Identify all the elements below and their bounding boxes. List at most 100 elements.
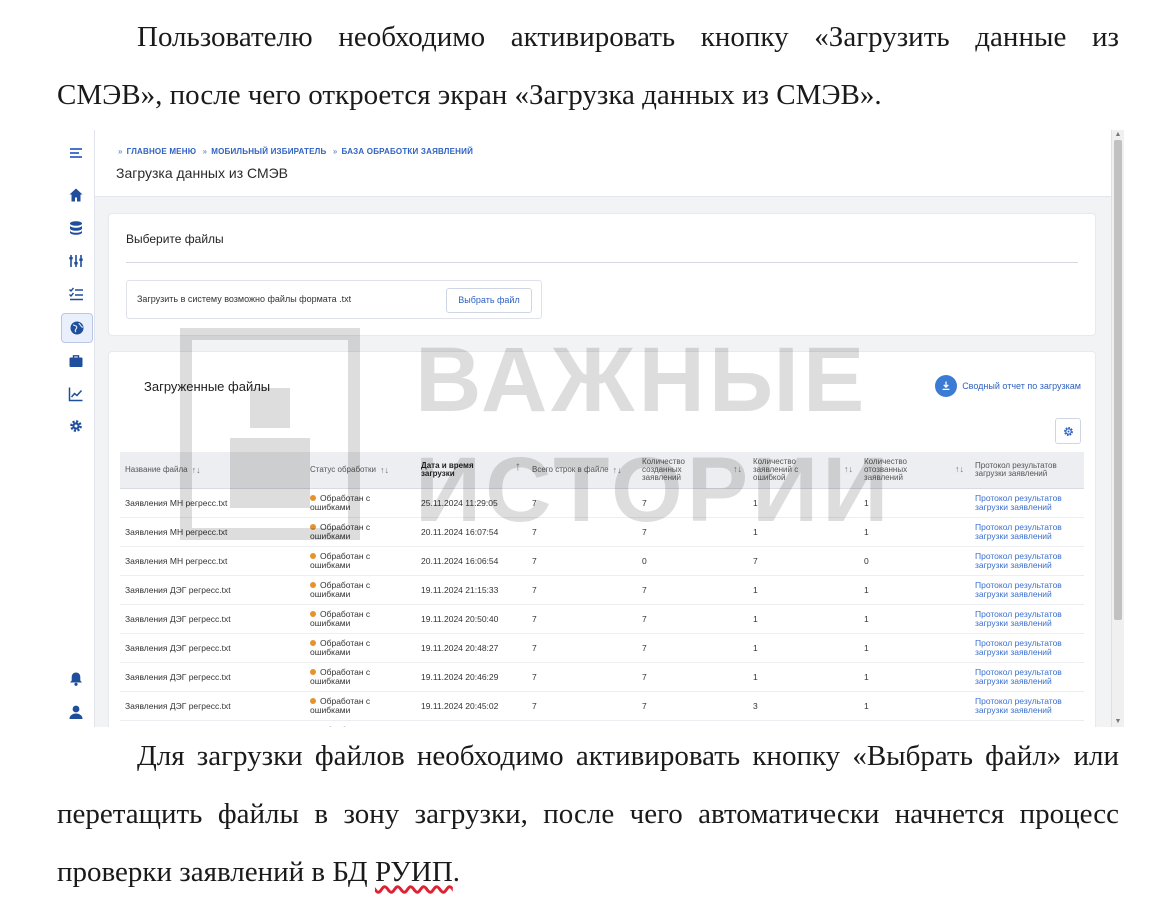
cell-revoked-text: 1: [864, 526, 869, 537]
protocol-link[interactable]: Протокол результатов загрузки заявлений: [975, 576, 1080, 604]
cell-errors-text: 1: [753, 584, 758, 595]
doc-paragraph-top: Пользователю необходимо активировать кно…: [57, 8, 1119, 124]
cell-file-name-text: Заявления ДЭГ регресс.txt: [125, 671, 231, 682]
cell-date: 19.11.2024 21:15:33: [421, 576, 521, 604]
table-row: Заявления ДЭГ регресс.txt Обработан с оши…: [120, 692, 1084, 721]
scrollbar[interactable]: ▲ ▼: [1111, 130, 1124, 727]
table-settings-button[interactable]: [1055, 418, 1081, 444]
cell-revoked-text: 1: [864, 700, 869, 711]
select-file-button[interactable]: Выбрать файл: [446, 288, 532, 313]
protocol-link[interactable]: Протокол результатов загрузки заявлений: [975, 634, 1080, 662]
menu-icon[interactable]: [66, 143, 86, 163]
summary-report-link[interactable]: Сводный отчет по загрузкам: [935, 375, 1081, 397]
scroll-down-icon[interactable]: ▼: [1114, 718, 1122, 726]
status-text: Обработан с ошибками: [310, 638, 371, 657]
cell-errors: 1: [753, 605, 853, 633]
cell-status: Обработан с ошибками: [310, 547, 415, 575]
doc-paragraph-bottom-text: Для загрузки файлов необходимо активиров…: [57, 740, 1119, 888]
cell-revoked: 1: [864, 576, 964, 604]
cell-file-name-text: Заявления МН регресс.txt: [125, 497, 228, 508]
status-dot-icon: [310, 611, 316, 617]
cell-created-text: 7: [642, 671, 647, 682]
briefcase-icon[interactable]: [66, 351, 86, 371]
scroll-up-icon[interactable]: ▲: [1114, 131, 1122, 139]
cell-date-text: 20.11.2024 16:07:54: [421, 526, 499, 537]
protocol-link[interactable]: Протокол результатов загрузки заявлений: [975, 489, 1080, 517]
user-icon[interactable]: [66, 702, 86, 722]
bell-icon[interactable]: [66, 669, 86, 689]
sliders-icon[interactable]: [66, 251, 86, 271]
cell-created: 0: [642, 547, 742, 575]
protocol-link-text[interactable]: Протокол результатов загрузки заявлений: [975, 552, 1075, 570]
status-text: Обработан с ошибками: [310, 522, 371, 541]
protocol-link[interactable]: Протокол результатов загрузки заявлений: [975, 692, 1080, 720]
protocol-link-text[interactable]: Протокол результатов загрузки заявлений: [975, 639, 1075, 657]
column-header-total-rows[interactable]: Всего строк в файле ↑↓: [532, 452, 632, 488]
cell-total-rows: 7: [532, 547, 632, 575]
cell-revoked: 1: [864, 489, 964, 517]
cell-errors-text: 7: [753, 555, 758, 566]
cell-date: 20.11.2024 16:07:54: [421, 518, 521, 546]
protocol-link-text[interactable]: Протокол результатов загрузки заявлений: [975, 610, 1075, 628]
protocol-link-text[interactable]: Протокол результатов загрузки заявлений: [975, 494, 1075, 512]
cell-total-rows: 7: [532, 663, 632, 691]
scrollbar-thumb[interactable]: [1114, 140, 1122, 620]
column-header-revoked[interactable]: Количество отозванных заявлений ↑↓: [864, 452, 964, 488]
breadcrumb: » ГЛАВНОЕ МЕНЮ » МОБИЛЬНЫЙ ИЗБИРАТЕЛЬ » БАЗ…: [118, 147, 474, 156]
cell-revoked-text: 1: [864, 497, 869, 508]
settings-icon: [1063, 426, 1073, 436]
globe-icon[interactable]: [61, 313, 93, 343]
cell-created-text: 7: [642, 526, 647, 537]
cell-errors: 1: [753, 663, 853, 691]
cell-status: Обработан с ошибками: [310, 634, 415, 662]
protocol-link-text[interactable]: Протокол результатов загрузки заявлений: [975, 668, 1075, 686]
sidebar: [58, 130, 95, 727]
breadcrumb-item[interactable]: ГЛАВНОЕ МЕНЮ: [127, 147, 197, 156]
top-header: » ГЛАВНОЕ МЕНЮ » МОБИЛЬНЫЙ ИЗБИРАТЕЛЬ » БАЗ…: [95, 130, 1111, 197]
database-icon[interactable]: [66, 218, 86, 238]
home-icon[interactable]: [66, 185, 86, 205]
cell-revoked: 1: [864, 518, 964, 546]
table-row: Заявления ДЭГ регресс.txt Обработан с оши…: [120, 663, 1084, 692]
file-drop-zone[interactable]: Загрузить в систему возможно файлы форма…: [126, 280, 542, 319]
checklist-icon[interactable]: [66, 284, 86, 304]
embedded-screenshot: » ГЛАВНОЕ МЕНЮ » МОБИЛЬНЫЙ ИЗБИРАТЕЛЬ » БАЗ…: [58, 130, 1124, 727]
cell-errors-text: 1: [753, 526, 758, 537]
cell-file-name-text: Заявления МН регресс.txt: [125, 526, 228, 537]
protocol-link-text[interactable]: Протокол результатов загрузки заявлений: [975, 523, 1075, 541]
protocol-link-text[interactable]: Протокол результатов загрузки заявлений: [975, 697, 1075, 715]
cell-status: Обработан с ошибками: [310, 692, 415, 720]
cell-total-rows-text: 7: [532, 642, 537, 653]
column-header-protocol: Протокол результатов загрузки заявлений: [975, 461, 1057, 478]
column-header-status[interactable]: Статус обработки ↑↓: [310, 452, 415, 488]
gear-icon[interactable]: [66, 416, 86, 436]
table-row: Заявления ДЭГ регресс.txt Обработан с оши…: [120, 634, 1084, 663]
cell-file-name: Заявления МН регресс.txt: [125, 518, 305, 546]
page-title: Загрузка данных из СМЭВ: [116, 165, 289, 181]
protocol-link[interactable]: Протокол результатов загрузки заявлений: [975, 663, 1080, 691]
column-header-created[interactable]: Количество созданных заявлений ↑↓: [642, 452, 742, 488]
cell-created-text: 7: [642, 497, 647, 508]
protocol-link[interactable]: Протокол результатов загрузки заявлений: [975, 518, 1080, 546]
cell-status: Обработан с ошибками: [310, 605, 415, 633]
status-dot-icon: [310, 495, 316, 501]
breadcrumb-item[interactable]: МОБИЛЬНЫЙ ИЗБИРАТЕЛЬ: [211, 147, 326, 156]
chart-icon[interactable]: [66, 384, 86, 404]
breadcrumb-item[interactable]: БАЗА ОБРАБОТКИ ЗАЯВЛЕНИЙ: [342, 147, 473, 156]
cell-revoked-text: 1: [864, 613, 869, 624]
summary-report-label: Сводный отчет по загрузкам: [962, 381, 1081, 391]
status-text: Обработан с ошибками: [310, 551, 371, 570]
protocol-link-text[interactable]: Протокол результатов загрузки заявлений: [975, 581, 1075, 599]
cell-file-name-text: Заявления ДЭГ регресс.txt: [125, 613, 231, 624]
column-header-errors[interactable]: Количество заявлений с ошибкой ↑↓: [753, 452, 853, 488]
cell-created: 7: [642, 692, 742, 720]
column-header-date[interactable]: Дата и время загрузки ↑: [421, 452, 521, 488]
cell-total-rows: 7: [532, 576, 632, 604]
status-dot-icon: [310, 553, 316, 559]
protocol-link[interactable]: Протокол результатов загрузки заявлений: [975, 547, 1080, 575]
status-dot-icon: [310, 524, 316, 530]
cell-date: 19.11.2024 20:46:29: [421, 663, 521, 691]
column-header-file-name[interactable]: Название файла ↑↓: [125, 452, 305, 488]
cell-revoked: 1: [864, 605, 964, 633]
protocol-link[interactable]: Протокол результатов загрузки заявлений: [975, 605, 1080, 633]
